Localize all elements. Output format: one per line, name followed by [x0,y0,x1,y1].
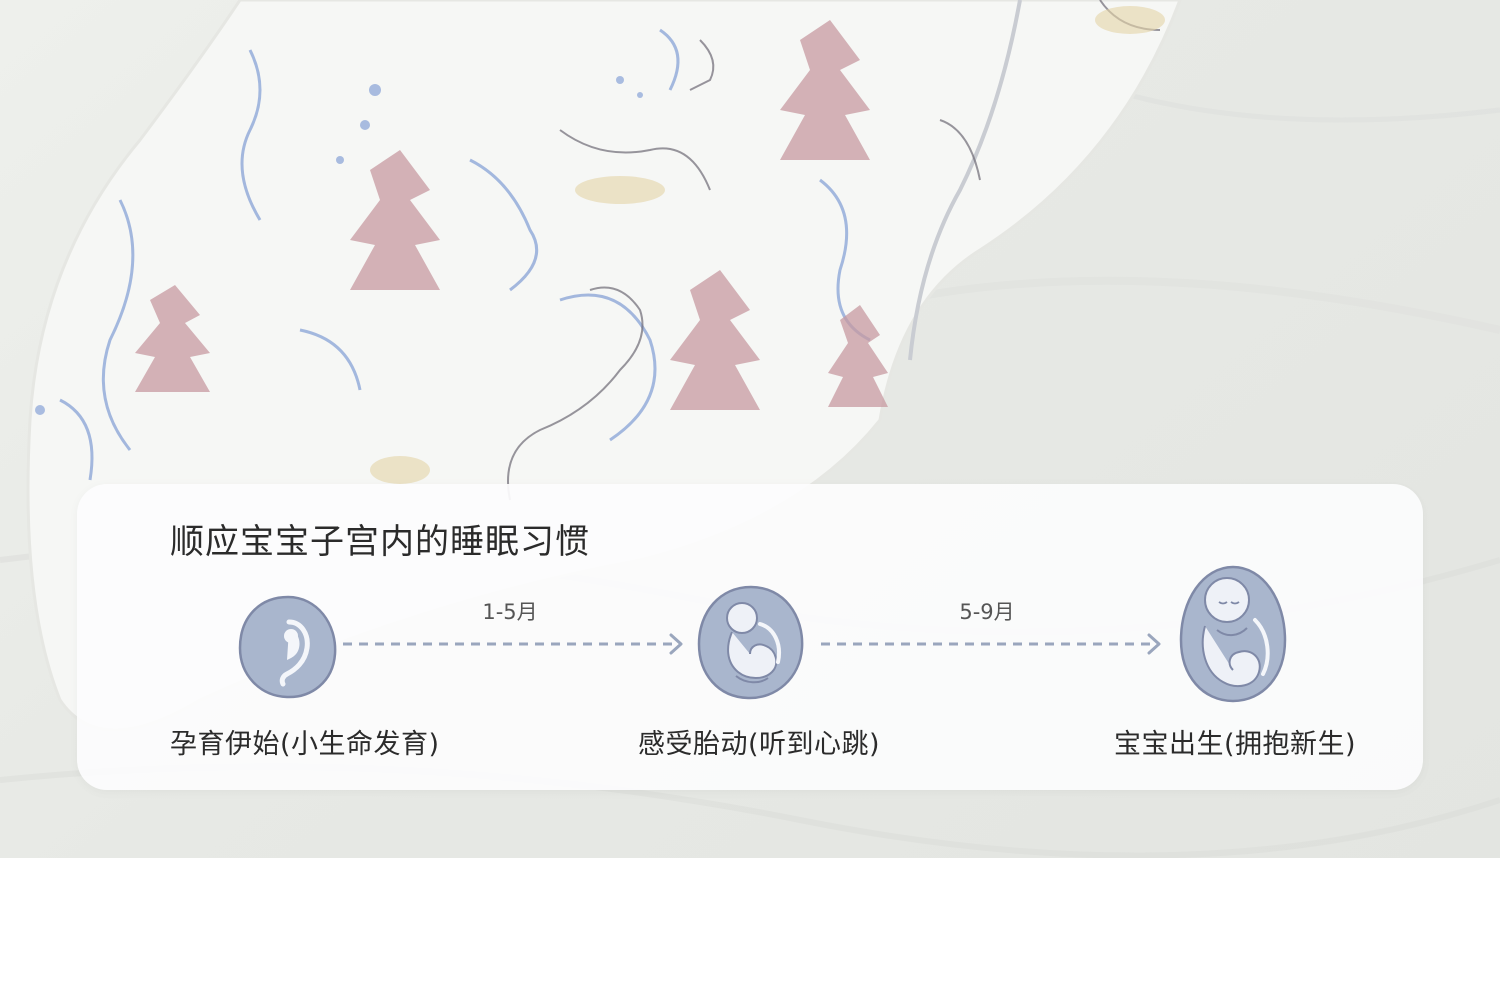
period-label: 1-5月 [482,600,538,624]
stage-label-birth: 宝宝出生(拥抱新生) [1114,729,1357,760]
stage-label-start: 孕育伊始(小生命发育) [170,729,440,760]
fetus-icon [696,584,806,706]
arrow-5-9-months [821,633,1161,655]
arrow-1-5-months [343,633,683,655]
full-term-baby-icon [1177,564,1289,708]
period-label: 5-9月 [959,600,1015,624]
sleep-habit-timeline-card: 顺应宝宝子宫内的睡眠习惯 1-5月 5-9月 孕育伊始(小生命发育) 感受胎动(… [77,484,1423,790]
card-title: 顺应宝宝子宫内的睡眠习惯 [170,522,590,562]
stage-label-movement: 感受胎动(听到心跳) [638,729,881,760]
early-embryo-icon [237,594,339,704]
product-detail-page: 顺应宝宝子宫内的睡眠习惯 1-5月 5-9月 孕育伊始(小生命发育) 感受胎动(… [0,0,1500,1000]
